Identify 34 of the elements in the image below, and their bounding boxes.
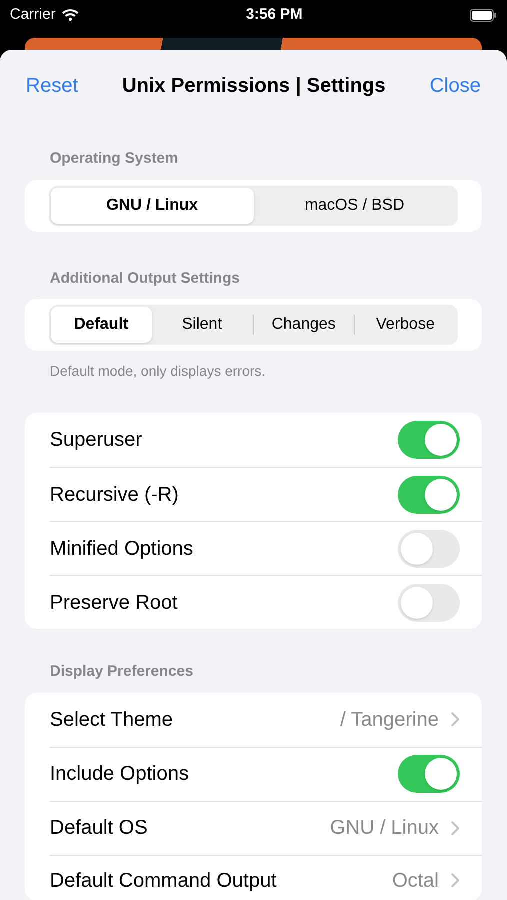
sheet-title: Unix Permissions | Settings bbox=[122, 74, 386, 99]
setting-label: Minified Options bbox=[50, 536, 194, 562]
section-header: Additional Output Settings bbox=[49, 268, 241, 288]
time-label: 3:56 PM bbox=[246, 4, 303, 25]
section-header: Display Preferences bbox=[49, 662, 194, 682]
setting-label: Preserve Root bbox=[50, 590, 178, 616]
segment-option[interactable]: Changes bbox=[254, 307, 354, 343]
wifi-icon bbox=[62, 9, 79, 21]
toggle-switch[interactable] bbox=[398, 421, 460, 459]
setting-label: Include Options bbox=[50, 762, 189, 787]
chevron-right-icon bbox=[451, 820, 460, 836]
carrier-label: Carrier bbox=[10, 4, 56, 25]
segment-option[interactable]: macOS / BSD bbox=[254, 188, 456, 224]
chevron-right-icon bbox=[451, 873, 460, 888]
section-header: Operating System bbox=[49, 149, 180, 169]
section-footer: Default mode, only displays errors. bbox=[0, 361, 507, 382]
setting-label: Recursive (-R) bbox=[50, 482, 179, 508]
setting-label[interactable]: Default OS bbox=[50, 813, 148, 843]
setting-value: / Tangerine bbox=[340, 708, 439, 732]
chevron-right-icon bbox=[451, 712, 460, 727]
setting-value: Octal bbox=[392, 868, 439, 894]
battery-icon bbox=[470, 8, 497, 22]
segment-option[interactable]: Verbose bbox=[355, 307, 456, 343]
segment-option[interactable]: GNU / Linux bbox=[51, 188, 254, 224]
setting-label[interactable]: Select Theme bbox=[50, 704, 174, 734]
toggle-switch[interactable] bbox=[398, 755, 460, 793]
segment-option[interactable]: Default bbox=[51, 307, 152, 343]
setting-label: Superuser bbox=[50, 428, 142, 453]
toggle-switch[interactable] bbox=[398, 530, 460, 568]
setting-value: GNU / Linux bbox=[330, 816, 439, 841]
segment-option[interactable]: Silent bbox=[152, 307, 252, 343]
toggle-switch[interactable] bbox=[398, 584, 460, 622]
toggle-switch[interactable] bbox=[398, 476, 460, 514]
setting-label[interactable]: Default Command Output bbox=[50, 866, 277, 896]
